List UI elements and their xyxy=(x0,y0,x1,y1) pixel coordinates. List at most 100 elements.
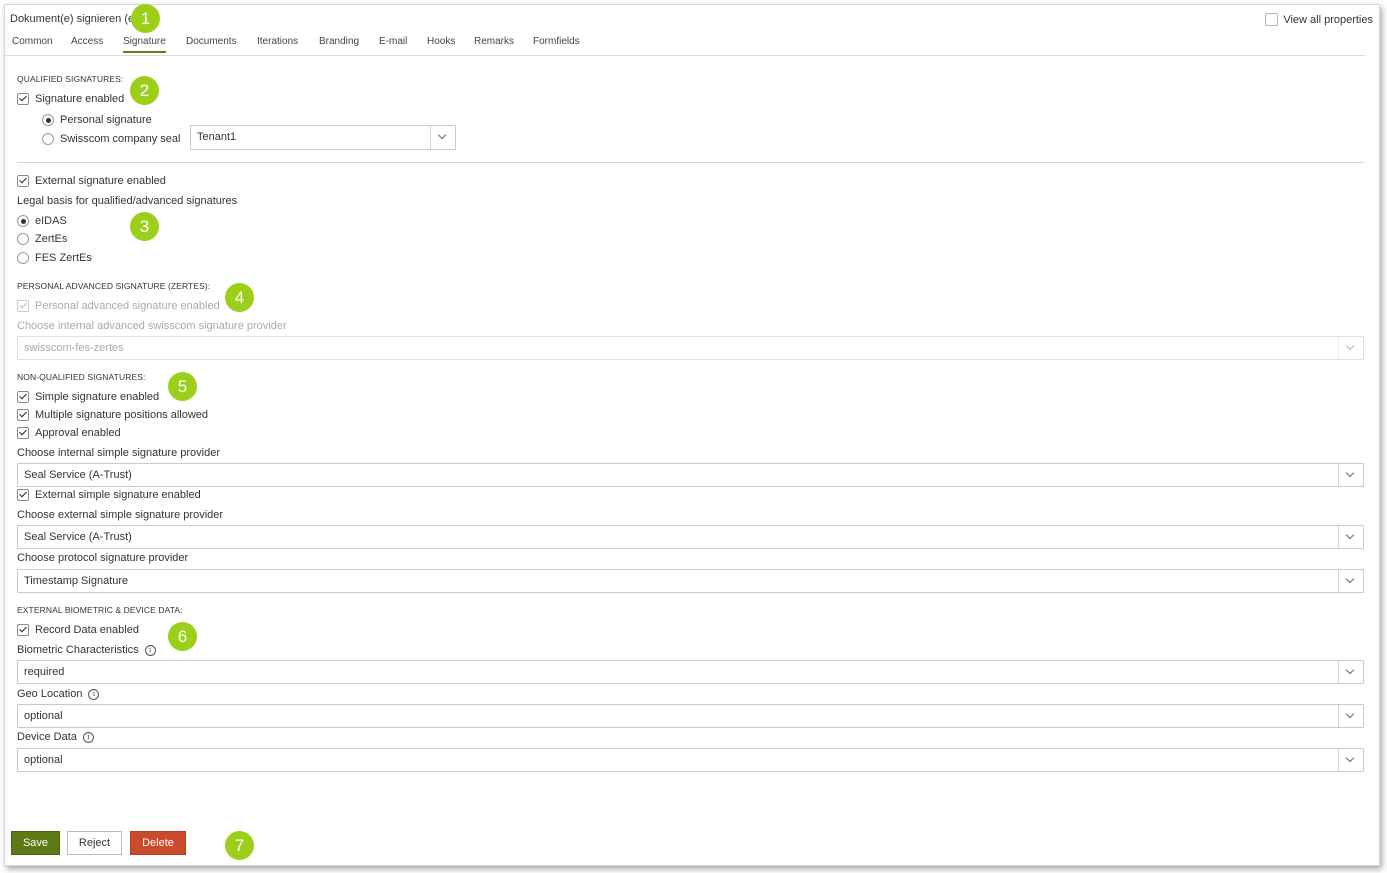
device-select[interactable]: optional xyxy=(17,748,1364,772)
save-button[interactable]: Save xyxy=(11,831,60,855)
external-signature-checkbox[interactable] xyxy=(17,175,29,187)
chevron-down-icon[interactable] xyxy=(1338,464,1363,486)
internal-provider-select[interactable]: Seal Service (A-Trust) xyxy=(17,463,1364,487)
biometric-heading: EXTERNAL BIOMETRIC & DEVICE DATA: xyxy=(17,605,183,615)
fes-zertes-radio[interactable] xyxy=(17,252,29,264)
biometric-value: required xyxy=(24,666,65,678)
external-simple-row[interactable]: External simple signature enabled xyxy=(17,489,201,501)
external-provider-select[interactable]: Seal Service (A-Trust) xyxy=(17,525,1364,549)
info-icon[interactable]: i xyxy=(144,644,156,656)
company-seal-row[interactable]: Swisscom company seal xyxy=(42,133,180,145)
device-value: optional xyxy=(24,754,63,766)
tab-common[interactable]: Common xyxy=(12,36,53,47)
device-label: Device Data xyxy=(17,731,77,743)
tenant-select-value: Tenant1 xyxy=(197,131,237,143)
annotation-badge-5: 5 xyxy=(168,372,197,401)
signature-settings-panel: Dokument(e) signieren (e View all proper… xyxy=(4,4,1380,866)
tab-signature[interactable]: Signature xyxy=(123,36,166,53)
chevron-down-icon[interactable] xyxy=(1338,570,1363,592)
reject-button[interactable]: Reject xyxy=(67,831,122,855)
device-label-row: Device Data i xyxy=(17,731,94,743)
tab-iterations[interactable]: Iterations xyxy=(257,36,298,47)
geo-value: optional xyxy=(24,710,63,722)
advanced-enabled-label: Personal advanced signature enabled xyxy=(35,300,220,312)
simple-enabled-label: Simple signature enabled xyxy=(35,391,160,403)
annotation-badge-2: 2 xyxy=(130,76,159,105)
simple-enabled-checkbox[interactable] xyxy=(17,391,29,403)
page-title: Dokument(e) signieren (e xyxy=(10,13,135,25)
info-icon[interactable]: i xyxy=(88,688,100,700)
geo-label: Geo Location xyxy=(17,688,83,700)
signature-enabled-label: Signature enabled xyxy=(35,93,125,105)
internal-provider-label: Choose internal simple signature provide… xyxy=(17,447,220,459)
advanced-enabled-checkbox xyxy=(17,300,29,312)
view-all-properties-toggle[interactable]: View all properties xyxy=(1265,13,1373,26)
external-provider-value: Seal Service (A-Trust) xyxy=(24,531,132,543)
tenant-select[interactable]: Tenant1 xyxy=(190,125,456,150)
multiple-positions-checkbox[interactable] xyxy=(17,409,29,421)
section-divider xyxy=(17,162,1364,163)
personal-signature-radio[interactable] xyxy=(42,114,54,126)
advanced-signature-heading: PERSONAL ADVANCED SIGNATURE (ZERTES): xyxy=(17,281,211,291)
approval-enabled-label: Approval enabled xyxy=(35,427,121,439)
advanced-provider-label: Choose internal advanced swisscom signat… xyxy=(17,320,287,332)
simple-enabled-row[interactable]: Simple signature enabled xyxy=(17,391,159,403)
qualified-signatures-heading: QUALIFIED SIGNATURES: xyxy=(17,74,124,84)
non-qualified-heading: NON-QUALIFIED SIGNATURES: xyxy=(17,372,146,382)
geo-label-row: Geo Location i xyxy=(17,688,100,700)
annotation-badge-1: 1 xyxy=(131,4,160,33)
zertes-row[interactable]: ZertEs xyxy=(17,233,67,245)
legal-basis-label: Legal basis for qualified/advanced signa… xyxy=(17,195,238,207)
external-simple-checkbox[interactable] xyxy=(17,489,29,501)
view-all-label: View all properties xyxy=(1283,13,1373,26)
protocol-provider-value: Timestamp Signature xyxy=(24,575,129,587)
tab-bar: Common Access Signature Documents Iterat… xyxy=(5,33,1365,56)
record-data-checkbox[interactable] xyxy=(17,624,29,636)
multiple-positions-label: Multiple signature positions allowed xyxy=(35,409,209,421)
biometric-label-row: Biometric Characteristics i xyxy=(17,644,156,656)
record-data-label: Record Data enabled xyxy=(35,624,139,636)
delete-button[interactable]: Delete xyxy=(130,831,186,855)
external-signature-row[interactable]: External signature enabled xyxy=(17,175,166,187)
annotation-badge-4: 4 xyxy=(225,283,254,312)
advanced-provider-value: swisscom-fes-zertes xyxy=(24,342,124,354)
record-data-row[interactable]: Record Data enabled xyxy=(17,624,139,636)
eidas-radio[interactable] xyxy=(17,215,29,227)
view-all-checkbox[interactable] xyxy=(1265,13,1279,26)
signature-enabled-row[interactable]: Signature enabled xyxy=(17,93,124,105)
tab-formfields[interactable]: Formfields xyxy=(533,36,580,47)
company-seal-label: Swisscom company seal xyxy=(60,133,181,145)
multiple-positions-row[interactable]: Multiple signature positions allowed xyxy=(17,409,208,421)
chevron-down-icon[interactable] xyxy=(430,126,455,149)
eidas-row[interactable]: eIDAS xyxy=(17,215,67,227)
external-signature-label: External signature enabled xyxy=(35,175,166,187)
external-simple-label: External simple signature enabled xyxy=(35,489,201,501)
chevron-down-icon[interactable] xyxy=(1338,705,1363,727)
info-icon[interactable]: i xyxy=(82,731,94,743)
annotation-badge-3: 3 xyxy=(130,212,159,241)
chevron-down-icon xyxy=(1338,337,1363,359)
approval-enabled-checkbox[interactable] xyxy=(17,427,29,439)
signature-enabled-checkbox[interactable] xyxy=(17,93,29,105)
tab-documents[interactable]: Documents xyxy=(186,36,237,47)
approval-enabled-row[interactable]: Approval enabled xyxy=(17,427,121,439)
personal-signature-row[interactable]: Personal signature xyxy=(42,114,152,126)
tab-remarks[interactable]: Remarks xyxy=(474,36,514,47)
tab-branding[interactable]: Branding xyxy=(319,36,359,47)
chevron-down-icon[interactable] xyxy=(1338,526,1363,548)
company-seal-radio[interactable] xyxy=(42,133,54,145)
tab-access[interactable]: Access xyxy=(71,36,103,47)
tab-email[interactable]: E-mail xyxy=(379,36,407,47)
personal-signature-label: Personal signature xyxy=(60,114,152,126)
protocol-provider-select[interactable]: Timestamp Signature xyxy=(17,569,1364,593)
annotation-badge-6: 6 xyxy=(168,622,197,651)
chevron-down-icon[interactable] xyxy=(1338,661,1363,683)
fes-zertes-label: FES ZertEs xyxy=(35,252,92,264)
chevron-down-icon[interactable] xyxy=(1338,749,1363,771)
zertes-radio[interactable] xyxy=(17,233,29,245)
biometric-select[interactable]: required xyxy=(17,660,1364,684)
fes-zertes-row[interactable]: FES ZertEs xyxy=(17,252,92,264)
tab-hooks[interactable]: Hooks xyxy=(427,36,455,47)
external-provider-label: Choose external simple signature provide… xyxy=(17,509,224,521)
geo-select[interactable]: optional xyxy=(17,704,1364,728)
